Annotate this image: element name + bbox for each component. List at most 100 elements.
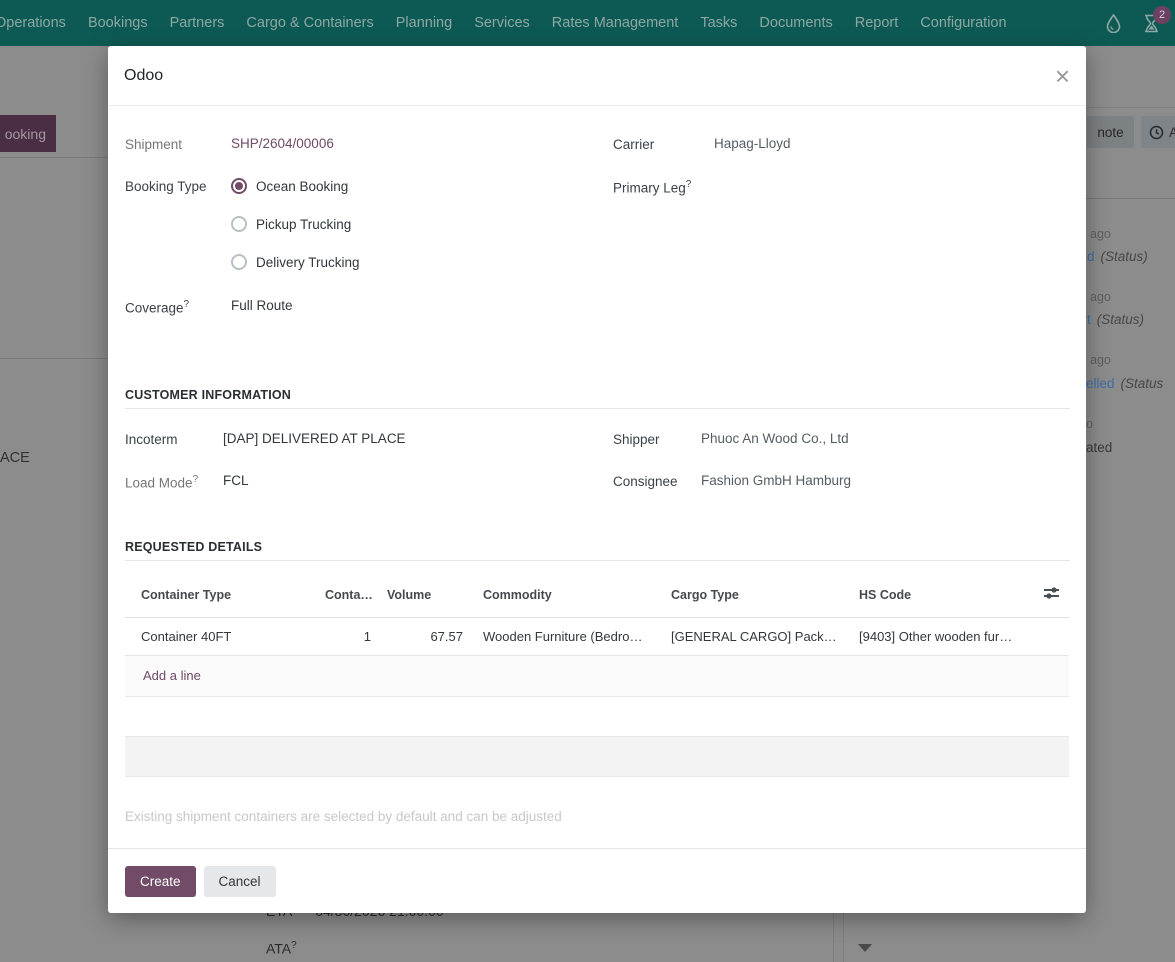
chatter-status-link[interactable]: d <box>1087 249 1095 264</box>
chatter-status-link[interactable]: t <box>1087 312 1091 327</box>
radio-selected-icon[interactable] <box>231 178 247 194</box>
scrollbar-down-icon[interactable] <box>858 944 872 952</box>
chatter-timestamp: ago <box>1090 227 1111 241</box>
nav-item-bookings[interactable]: Bookings <box>77 0 159 46</box>
incoterm-value[interactable]: [DAP] DELIVERED AT PLACE <box>223 431 406 446</box>
radio-label: Delivery Trucking <box>256 255 360 270</box>
dialog-footer: Create Cancel <box>108 848 1086 913</box>
optional-columns-icon-cell <box>1029 573 1069 617</box>
dialog-header: Odoo × <box>108 46 1086 106</box>
chatter-timestamp: ago <box>1090 290 1111 304</box>
column-commodity[interactable]: Commodity <box>471 573 659 617</box>
nav-item-report[interactable]: Report <box>844 0 910 46</box>
field-load-mode: Load Mode? FCL <box>125 473 613 491</box>
create-button[interactable]: Create <box>125 866 196 897</box>
nav-item-operations[interactable]: Operations <box>0 0 77 46</box>
activity-count-badge: 2 <box>1153 6 1171 24</box>
close-icon[interactable]: × <box>1055 66 1070 86</box>
cell-hs-code[interactable]: [9403] Other wooden fur… <box>847 617 1029 655</box>
nav-item-partners[interactable]: Partners <box>159 0 236 46</box>
shipper-label: Shipper <box>613 431 701 447</box>
nav-item-planning[interactable]: Planning <box>385 0 463 46</box>
coverage-label: Coverage? <box>125 298 231 316</box>
shipment-link[interactable]: SHP/2604/00006 <box>231 136 334 151</box>
chatter-tracking-line: d(Status) <box>1087 249 1148 264</box>
top-navbar: Operations Bookings Partners Cargo & Con… <box>0 0 1175 46</box>
nav-item-cargo-containers[interactable]: Cargo & Containers <box>235 0 384 46</box>
requested-details-section: REQUESTED DETAILS Container Type Conta… … <box>125 540 1070 824</box>
nav-item-tasks[interactable]: Tasks <box>689 0 748 46</box>
background-divider <box>1086 107 1175 108</box>
chatter-message-text: ated <box>1086 440 1112 455</box>
field-incoterm: Incoterm [DAP] DELIVERED AT PLACE <box>125 431 613 447</box>
booking-type-label: Booking Type <box>125 178 231 194</box>
dialog-body: Shipment SHP/2604/00006 Booking Type Oce… <box>108 106 1086 848</box>
droplet-icon[interactable] <box>1103 13 1123 33</box>
background-booking-button[interactable]: ooking <box>0 115 56 152</box>
activities-button-label: A <box>1169 125 1175 140</box>
chatter-tracking-line: t(Status) <box>1087 312 1144 327</box>
field-shipper: Shipper Phuoc An Wood Co., Ltd <box>613 431 1070 447</box>
nav-item-rates-management[interactable]: Rates Management <box>541 0 690 46</box>
column-container-count[interactable]: Conta… <box>317 573 379 617</box>
load-mode-help-mark: ? <box>193 474 199 485</box>
cancel-button[interactable]: Cancel <box>204 866 276 897</box>
requested-details-title: REQUESTED DETAILS <box>125 540 1070 554</box>
section-divider <box>125 408 1070 409</box>
coverage-value[interactable]: Full Route <box>231 298 293 313</box>
consignee-value: Fashion GmbH Hamburg <box>701 473 851 488</box>
shipper-value: Phuoc An Wood Co., Ltd <box>701 431 849 446</box>
column-hs-code[interactable]: HS Code <box>847 573 1029 617</box>
ata-help-mark: ? <box>291 940 297 951</box>
background-clipped-text: ACE <box>0 450 30 466</box>
cell-empty <box>1029 617 1069 655</box>
create-booking-dialog: Odoo × Shipment SHP/2604/00006 Booking T… <box>108 46 1086 913</box>
radio-ocean-booking[interactable]: Ocean Booking <box>231 178 360 194</box>
chatter-tracking-line: elled(Status <box>1086 376 1163 391</box>
field-coverage: Coverage? Full Route <box>125 298 613 316</box>
empty-striped-row <box>125 736 1069 777</box>
table-row: Container 40FT 1 67.57 Wooden Furniture … <box>125 617 1069 655</box>
nav-item-configuration[interactable]: Configuration <box>909 0 1017 46</box>
activities-hourglass-icon[interactable]: 2 <box>1141 13 1161 33</box>
radio-unselected-icon[interactable] <box>231 216 247 232</box>
cell-commodity[interactable]: Wooden Furniture (Bedro… <box>471 617 659 655</box>
nav-item-documents[interactable]: Documents <box>748 0 843 46</box>
empty-row <box>125 697 1069 736</box>
radio-pickup-trucking[interactable]: Pickup Trucking <box>231 216 360 232</box>
consignee-label: Consignee <box>613 473 701 489</box>
requested-details-table: Container Type Conta… Volume Commodity C… <box>125 573 1069 656</box>
field-carrier: Carrier Hapag-Lloyd <box>613 136 1070 152</box>
column-cargo-type[interactable]: Cargo Type <box>659 573 847 617</box>
add-a-line-link[interactable]: Add a line <box>143 668 201 683</box>
cell-cargo-type[interactable]: [GENERAL CARGO] Pack… <box>659 617 847 655</box>
load-mode-value: FCL <box>223 473 249 488</box>
cell-container-type[interactable]: Container 40FT <box>125 617 317 655</box>
background-divider <box>1086 198 1175 199</box>
radio-delivery-trucking[interactable]: Delivery Trucking <box>231 254 360 270</box>
sliders-icon[interactable] <box>1044 586 1059 600</box>
carrier-label: Carrier <box>613 136 714 152</box>
table-header-row: Container Type Conta… Volume Commodity C… <box>125 573 1069 617</box>
shipment-label: Shipment <box>125 136 231 152</box>
log-note-button[interactable]: note <box>1087 116 1134 148</box>
customer-information-title: CUSTOMER INFORMATION <box>125 388 1070 402</box>
coverage-help-mark: ? <box>184 299 190 310</box>
customer-information-section: CUSTOMER INFORMATION Incoterm [DAP] DELI… <box>125 388 1070 517</box>
background-ata-row: ATA? <box>266 940 297 957</box>
chatter-status-link[interactable]: elled <box>1086 376 1115 391</box>
column-container-type[interactable]: Container Type <box>125 573 317 617</box>
column-volume[interactable]: Volume <box>379 573 471 617</box>
nav-item-services[interactable]: Services <box>463 0 541 46</box>
radio-unselected-icon[interactable] <box>231 254 247 270</box>
load-mode-label: Load Mode? <box>125 473 223 491</box>
cell-container-count[interactable]: 1 <box>317 617 379 655</box>
field-primary-leg: Primary Leg? <box>613 178 1070 196</box>
add-line-row: Add a line <box>125 656 1069 697</box>
activities-button[interactable]: A <box>1141 116 1175 148</box>
cell-volume[interactable]: 67.57 <box>379 617 471 655</box>
chatter-timestamp: ago <box>1090 353 1111 367</box>
chatter-timestamp: o <box>1086 417 1093 431</box>
primary-leg-help-mark: ? <box>686 179 692 190</box>
table-helper-text: Existing shipment containers are selecte… <box>125 809 1070 824</box>
